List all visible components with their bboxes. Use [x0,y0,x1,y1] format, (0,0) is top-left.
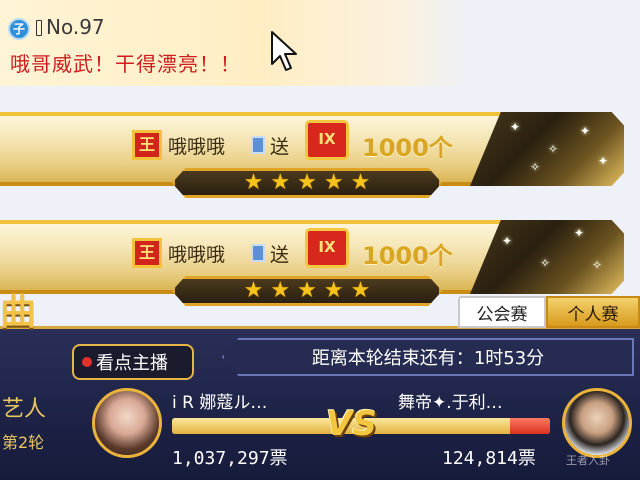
match-tabs: 公会赛 个人赛 [458,296,640,328]
level-badge-icon: 子 [8,18,30,40]
event-title: 曲 [0,292,37,333]
gift-sender[interactable]: 哦哦哦 [168,132,225,159]
gift-count: 1000个 [362,134,453,162]
timer-label: 距离本轮结束还有： [311,348,474,369]
gift-action: 送 [270,244,290,266]
medal-icon [36,20,42,36]
user-number[interactable]: No.97 [46,15,105,39]
vip-icon [251,136,265,154]
chat-text: 哦哥威武！干得漂亮！！ [10,52,241,76]
king-badge-icon: 王 [132,130,162,160]
star-bar: ★ ★ ★ ★ ★ [172,168,442,198]
star-icon: ★ [243,278,264,303]
mouse-cursor-icon [271,31,297,71]
left-vote-count: 1,037,297票 [172,448,288,469]
sparkle-icon: ✧ [530,160,541,174]
live-dot-icon [82,357,92,367]
sparkle-icon: ✦ [510,120,521,134]
event-subtitle: 艺人 [2,397,47,422]
gift-icon: ⅠⅩ [305,120,349,160]
gift-count: 1000个 [362,242,453,270]
sparkle-icon: ✦ [580,124,591,138]
chat-message: 子 No.97 哦哥威武！干得漂亮！！ [0,0,470,86]
sparkle-icon: ✦ [598,154,609,168]
event-title-panel: 曲 艺人 第2轮 [0,283,52,480]
star-icon: ★ [297,278,317,303]
left-streamer-avatar[interactable] [92,388,162,458]
gift-sender[interactable]: 哦哦哦 [168,240,225,267]
gift-banner: ✦ ✧ ✦ ✧ 王 哦哦哦 送 ⅠⅩ 1000个 ★ ★ ★ ★ ★ [0,214,624,308]
right-streamer-name[interactable]: 舞帝✦.于利… [398,388,503,413]
tab-guild-match[interactable]: 公会赛 [458,296,546,328]
sparkle-icon: ✦ [574,226,585,240]
sparkle-icon: ✧ [540,256,551,270]
star-icon: ★ [270,278,291,303]
right-vote-count: 124,814票 [442,448,536,469]
star-icon: ★ [243,170,264,195]
sparkle-icon: ✦ [502,234,513,248]
star-icon: ★ [350,170,371,195]
left-streamer-name[interactable]: i R 娜蔻ル… [172,388,267,413]
vs-badge: VS [326,404,377,444]
tab-personal-match[interactable]: 个人赛 [546,296,640,328]
star-icon: ★ [270,170,291,195]
king-badge-icon: 王 [132,238,162,268]
round-timer: 距离本轮结束还有： 1时53分 [222,338,634,376]
watch-streamer-label: 看点主播 [96,353,168,374]
sparkle-icon: ✧ [592,258,603,272]
timer-value: 1时53分 [473,348,545,369]
pk-progress-right [509,418,550,434]
gift-banner: ✦ ✧ ✦ ✧ ✦ 王 哦哦哦 送 ⅠⅩ 1000个 ★ ★ ★ ★ ★ [0,106,624,200]
star-icon: ★ [297,170,317,195]
star-icon: ★ [323,278,344,303]
event-round: 第2轮 [2,433,45,452]
watch-streamer-button[interactable]: 看点主播 [72,344,194,380]
star-icon: ★ [323,170,344,195]
page-background-right [440,0,640,86]
vip-icon [251,244,265,262]
watermark: 王者入卦 [566,454,610,467]
gift-icon: ⅠⅩ [305,228,349,268]
star-icon: ★ [350,278,371,303]
sparkle-icon: ✧ [548,142,559,156]
star-bar: ★ ★ ★ ★ ★ [172,276,442,306]
gift-action: 送 [270,136,290,158]
right-streamer-avatar[interactable] [562,388,632,458]
